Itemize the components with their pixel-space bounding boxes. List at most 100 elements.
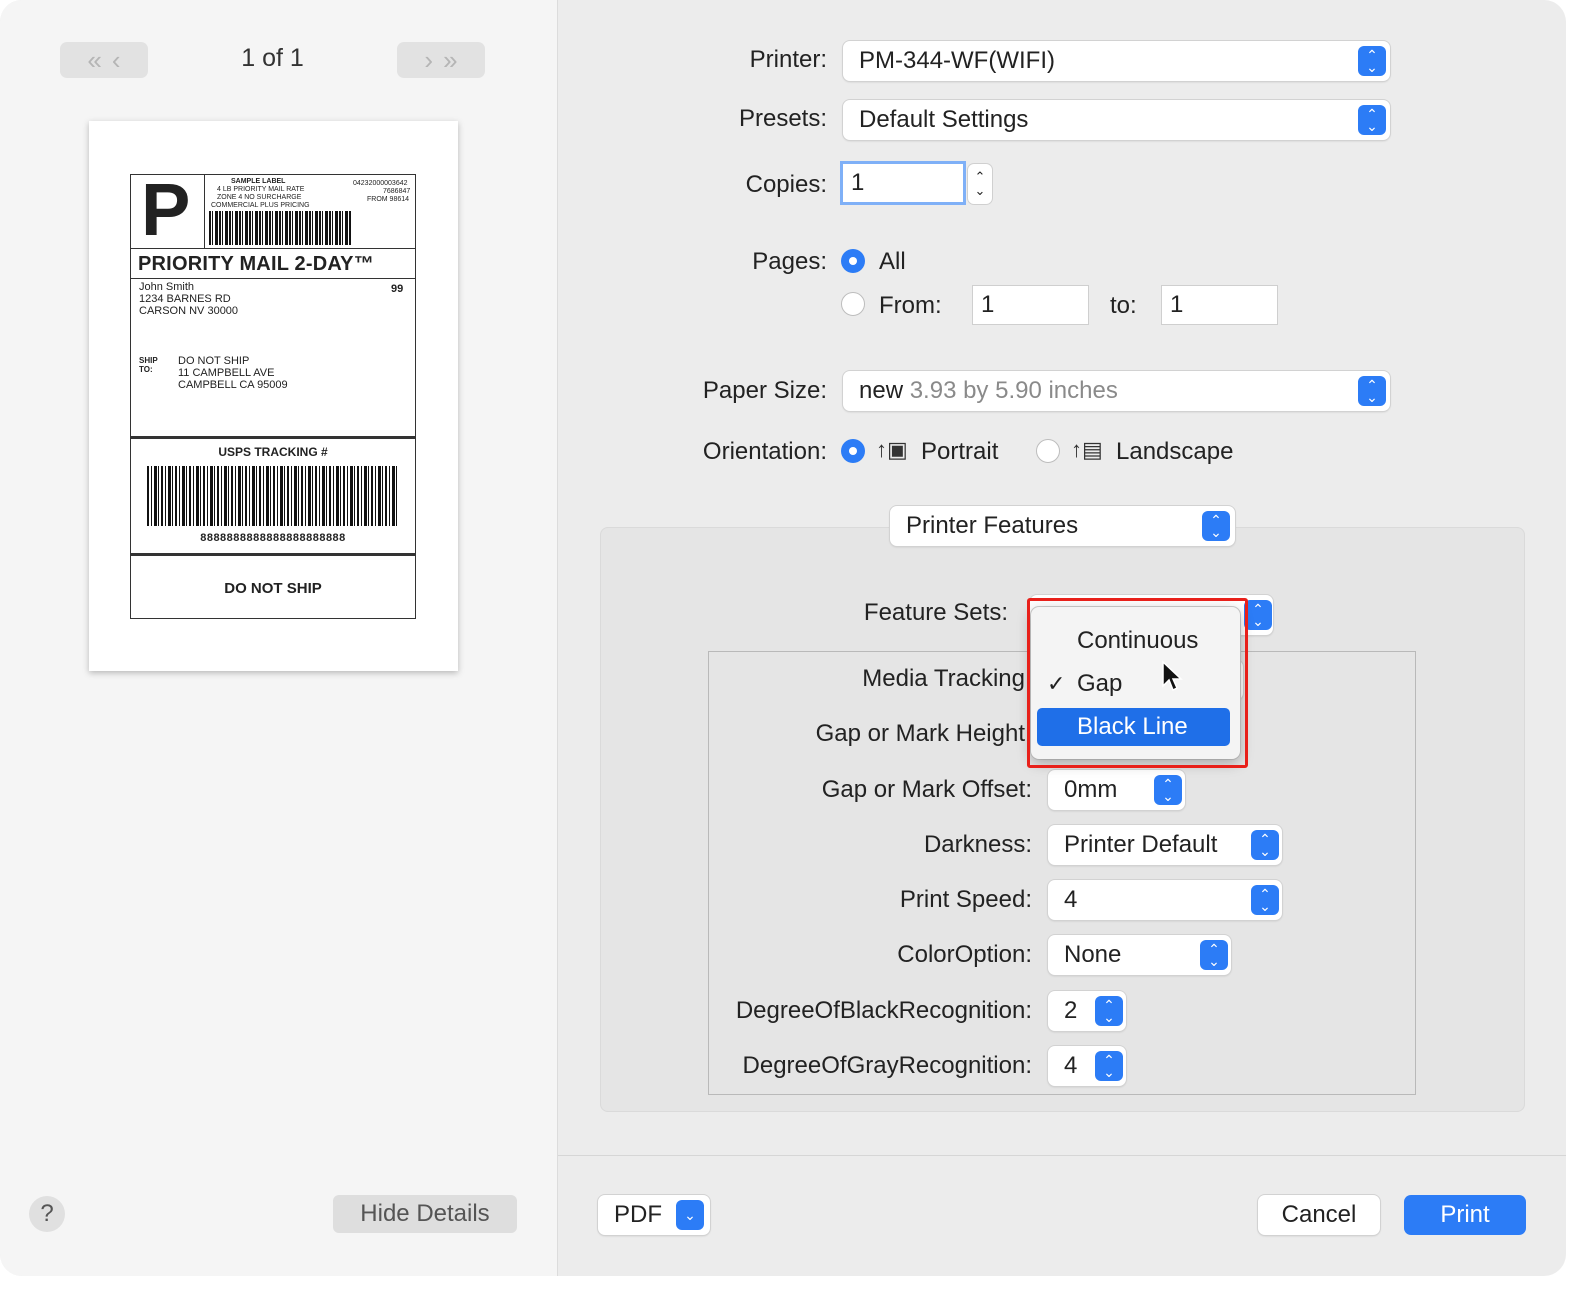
next-page-button[interactable]: › <box>424 45 433 76</box>
gray-recognition-value: 4 <box>1064 1052 1078 1079</box>
gap-mark-offset-label: Gap or Mark Offset: <box>821 776 1032 803</box>
rate-line-1: 4 LB PRIORITY MAIL RATE <box>217 186 305 193</box>
to-line-3: CAMPBELL CA 95009 <box>178 379 288 391</box>
highlight-annotation-box <box>1027 598 1248 768</box>
feature-sets-popup-arrows-icon: ⌃ ⌄ <box>1244 600 1272 630</box>
color-option-value: None <box>1064 941 1122 968</box>
print-button[interactable]: Print <box>1404 1195 1526 1235</box>
last-page-button[interactable]: » <box>443 45 457 76</box>
pages-label: Pages: <box>752 248 827 275</box>
page-counter: 1 of 1 <box>241 44 304 72</box>
copies-stepper[interactable]: ⌃ ⌄ <box>968 164 992 204</box>
portrait-label: Portrait <box>921 438 999 465</box>
black-recognition-arrows-icon: ⌃ ⌄ <box>1095 996 1123 1026</box>
printer-label: Printer: <box>749 46 827 73</box>
ship-to-label: SHIP TO: <box>139 356 158 374</box>
pages-from-input[interactable]: 1 <box>973 286 1088 324</box>
color-option-label: ColorOption: <box>897 941 1032 968</box>
sample-label-text: SAMPLE LABEL <box>231 178 286 185</box>
landscape-orientation-icon: ↑▤ <box>1071 437 1103 462</box>
paper-size-name: new <box>859 377 904 404</box>
page-preview: P SAMPLE LABEL 4 LB PRIORITY MAIL RATE Z… <box>89 121 458 671</box>
gap-mark-offset-value: 0mm <box>1064 776 1118 803</box>
orientation-landscape-radio[interactable] <box>1036 439 1060 463</box>
gap-mark-height-label: Gap or Mark Height <box>815 720 1025 747</box>
black-recognition-label: DegreeOfBlackRecognition: <box>735 997 1032 1024</box>
gap-mark-offset-arrows-icon: ⌃ ⌄ <box>1154 775 1182 805</box>
print-speed-value: 4 <box>1064 886 1078 913</box>
printer-popup[interactable]: PM-344-WF(WIFI) <box>843 41 1390 81</box>
black-recognition-value: 2 <box>1064 997 1078 1024</box>
pages-to-input[interactable]: 1 <box>1162 286 1277 324</box>
paper-size-popup[interactable]: new 3.93 by 5.90 inches <box>843 371 1390 411</box>
paper-size-label: Paper Size: <box>702 377 827 404</box>
print-dialog: « ‹ 1 of 1 › » P SAMPLE LABEL 4 LB PRIOR… <box>0 0 1566 1276</box>
print-speed-label: Print Speed: <box>899 886 1032 913</box>
rate-line-3: COMMERCIAL PLUS PRICING <box>211 202 310 209</box>
to-line-1: DO NOT SHIP <box>178 355 250 367</box>
chevron-up-icon[interactable]: ⌃ <box>968 170 992 184</box>
tracking-barcode <box>147 466 399 526</box>
chevron-down-icon[interactable]: ⌄ <box>968 184 992 198</box>
print-speed-arrows-icon: ⌃ ⌄ <box>1251 885 1279 915</box>
copies-input[interactable]: 1 <box>843 164 963 202</box>
feature-sets-label: Feature Sets: <box>863 599 1008 626</box>
presets-label: Presets: <box>738 105 827 132</box>
pages-all-label: All <box>879 248 906 275</box>
gray-recognition-arrows-icon: ⌃ ⌄ <box>1095 1051 1123 1081</box>
cancel-button[interactable]: Cancel <box>1258 1195 1380 1235</box>
zone-code: 99 <box>391 283 404 295</box>
rate-line-2: ZONE 4 NO SURCHARGE <box>217 194 302 201</box>
color-option-arrows-icon: ⌃ ⌄ <box>1200 940 1228 970</box>
hide-details-button[interactable]: Hide Details <box>333 1195 517 1233</box>
pages-from-label: From: <box>879 292 942 319</box>
from-line-2: 1234 BARNES RD <box>139 293 231 305</box>
darkness-popup[interactable]: Printer Default <box>1048 825 1282 865</box>
paper-size-popup-arrows-icon: ⌃ ⌄ <box>1358 376 1386 406</box>
chevron-down-icon: ⌄ <box>676 1200 704 1230</box>
pdf-label: PDF <box>614 1201 662 1228</box>
presets-popup-arrows-icon: ⌃ ⌄ <box>1358 105 1386 135</box>
right-code-3: FROM 98614 <box>367 196 410 203</box>
paper-size-dims: 3.93 by 5.90 inches <box>909 377 1118 404</box>
preview-nav-back-group: « ‹ <box>60 42 148 78</box>
tracking-number: 8888888888888888888888 <box>200 532 346 544</box>
shipping-label: P SAMPLE LABEL 4 LB PRIORITY MAIL RATE Z… <box>130 174 416 619</box>
orientation-portrait-radio[interactable] <box>841 439 865 463</box>
presets-popup[interactable]: Default Settings <box>843 100 1390 140</box>
service-name: PRIORITY MAIL 2-DAY™ <box>138 253 374 275</box>
media-tracking-label: Media Tracking <box>862 665 1025 692</box>
to-line-2: 11 CAMPBELL AVE <box>178 367 275 379</box>
postage-barcode <box>209 211 351 245</box>
pages-from-radio[interactable] <box>841 292 865 316</box>
landscape-label: Landscape <box>1116 438 1234 465</box>
darkness-arrows-icon: ⌃ ⌄ <box>1251 830 1279 860</box>
gray-recognition-label: DegreeOfGrayRecognition: <box>742 1052 1032 1079</box>
darkness-value: Printer Default <box>1064 831 1218 858</box>
pages-to-label: to: <box>1110 292 1137 319</box>
preview-nav-forward-group: › » <box>397 42 485 78</box>
preview-pane: « ‹ 1 of 1 › » P SAMPLE LABEL 4 LB PRIOR… <box>0 0 558 1276</box>
right-code-2: 7686847 <box>383 188 411 195</box>
mouse-cursor-icon <box>1162 660 1183 692</box>
first-page-button[interactable]: « <box>87 45 101 76</box>
pages-all-radio[interactable] <box>841 249 865 273</box>
label-footer: DO NOT SHIP <box>224 580 322 597</box>
from-line-3: CARSON NV 30000 <box>139 305 239 317</box>
section-popup-value: Printer Features <box>906 512 1079 539</box>
service-letter: P <box>141 174 191 251</box>
help-button[interactable]: ? <box>29 1196 65 1232</box>
from-line-1: John Smith <box>139 281 195 293</box>
darkness-label: Darkness: <box>923 831 1032 858</box>
copies-label: Copies: <box>745 171 827 198</box>
print-speed-popup[interactable]: 4 <box>1048 880 1282 920</box>
tracking-title: USPS TRACKING # <box>218 445 328 459</box>
printer-popup-arrows-icon: ⌃ ⌄ <box>1358 46 1386 76</box>
orientation-label: Orientation: <box>702 438 827 465</box>
previous-page-button[interactable]: ‹ <box>112 45 121 76</box>
right-code-1: 04232000003642 <box>353 180 408 187</box>
portrait-orientation-icon: ↑▣ <box>876 437 908 462</box>
printer-value: PM-344-WF(WIFI) <box>859 47 1055 74</box>
presets-value: Default Settings <box>859 106 1029 133</box>
section-popup[interactable]: Printer Features <box>890 506 1235 546</box>
